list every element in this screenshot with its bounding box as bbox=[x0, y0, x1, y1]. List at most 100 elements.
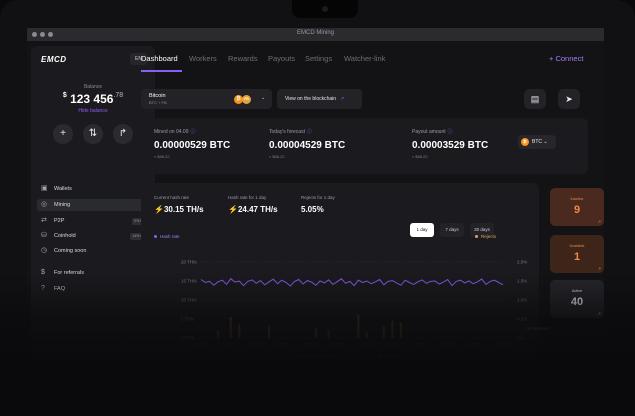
connect-button[interactable]: + Connect bbox=[549, 54, 583, 63]
balance-currency: $ bbox=[62, 92, 67, 99]
emcd-logo[interactable]: EMCD bbox=[41, 55, 67, 64]
dollar-icon: $ bbox=[41, 269, 45, 276]
swap-icon[interactable]: ⇅ bbox=[83, 124, 103, 144]
balance-value: $ 123 456.78 bbox=[31, 92, 155, 106]
tab-rewards[interactable]: Rewards bbox=[228, 54, 258, 63]
y-right-tick-label: 1.5% bbox=[517, 279, 527, 284]
sidebar-item-coming-soon[interactable]: ◷ Coming soon +5 bbox=[37, 245, 149, 257]
y-left-tick-label: 0 TH/s bbox=[181, 336, 195, 341]
rejects-bar bbox=[238, 324, 241, 338]
send-arrow-icon[interactable]: ↱ bbox=[113, 124, 133, 144]
tab-payouts[interactable]: Payouts bbox=[268, 54, 295, 63]
day-hashrate-label: Hash rate for 1 day bbox=[228, 195, 267, 200]
y-right-tick-label: 1.0% bbox=[517, 298, 527, 303]
active-workers-card[interactable]: Active 40 ↗ bbox=[550, 280, 604, 318]
coin-name: Bitcoin bbox=[149, 93, 166, 99]
legend-dot bbox=[297, 355, 300, 359]
calendar-icon[interactable]: ▤ bbox=[524, 89, 546, 109]
card-title: Inactive bbox=[570, 197, 584, 201]
wallet-icon: ▣ bbox=[41, 185, 48, 192]
bolt-icon: ⚡ bbox=[154, 205, 164, 214]
coinhold-icon: ⛁ bbox=[41, 232, 47, 239]
x-tick-label: 00:00 bbox=[195, 342, 207, 347]
y-left-tick-label: 5 TH/s bbox=[181, 317, 195, 322]
x-tick-label: 02:00 bbox=[222, 342, 234, 347]
info-icon[interactable]: ⓘ bbox=[307, 129, 312, 135]
sidebar-item-p2p[interactable]: ⇄ P2P 0% FEE bbox=[37, 215, 149, 227]
sidebar-item-coinhold[interactable]: ⛁ Coinhold 14% APY bbox=[37, 230, 149, 242]
card-value: 1 bbox=[573, 251, 581, 263]
y-left-tick-label: 20 TH/s bbox=[181, 260, 197, 265]
payout-currency-selector[interactable]: ₿ BTC ⌄ bbox=[518, 135, 556, 149]
tab-workers[interactable]: Workers bbox=[189, 54, 217, 63]
x-tick-label: 18:00 bbox=[442, 342, 454, 347]
x-tick-label: 14:00 bbox=[387, 342, 399, 347]
tab-settings[interactable]: Settings bbox=[305, 54, 332, 63]
rejects-bar bbox=[399, 322, 402, 338]
payout-usd: ≈ $88.22 bbox=[412, 154, 428, 159]
rejects-bar bbox=[229, 317, 232, 338]
range-1-day-button[interactable]: 1 day bbox=[410, 223, 434, 237]
x-tick-label: 16:00 bbox=[415, 342, 427, 347]
x-tick-label: 04:00 bbox=[250, 342, 262, 347]
x-tick-label: 06:00 bbox=[277, 342, 289, 347]
rejects-bar bbox=[365, 332, 368, 338]
sidebar-item-label: FAQ bbox=[54, 286, 66, 292]
camera-notch bbox=[292, 0, 358, 18]
tab-dashboard[interactable]: Dashboard bbox=[141, 54, 178, 63]
sidebar-item-faq[interactable]: ? FAQ bbox=[37, 283, 149, 295]
current-hashrate-label: Current hash rate bbox=[154, 195, 190, 200]
telegram-icon[interactable]: ➤ bbox=[558, 89, 580, 109]
bottom-legend-btc: BTC Hashrate bbox=[297, 354, 335, 360]
balance-whole: 123 456 bbox=[70, 92, 114, 106]
card-title: Unstable bbox=[569, 244, 585, 248]
chevron-down-icon: ⌄ bbox=[261, 95, 266, 101]
sidebar-item-mining[interactable]: ◎ Mining bbox=[37, 199, 149, 211]
forecast-label: Today's forecast ⓘ bbox=[269, 129, 312, 135]
bottom-legend-workers: Workers bbox=[379, 354, 404, 360]
rejects-bar bbox=[391, 320, 394, 338]
inactive-workers-card[interactable]: Inactive 9 ↗ bbox=[550, 188, 604, 226]
arrow-icon: ↗ bbox=[597, 311, 601, 316]
unstable-workers-card[interactable]: Unstable 1 ↗ bbox=[550, 235, 604, 273]
arrow-icon: ↗ bbox=[597, 219, 601, 224]
card-value: 9 bbox=[573, 204, 581, 216]
info-icon[interactable]: ⓘ bbox=[448, 129, 453, 135]
sidebar-item-label: For referrals bbox=[54, 270, 84, 276]
payout-label: Payout amount ⓘ bbox=[412, 129, 453, 135]
mined-label: Mined on 04.09 ⓘ bbox=[154, 129, 196, 135]
rejects-value: 5.05% bbox=[301, 205, 324, 214]
balance-decimal: .78 bbox=[113, 92, 124, 99]
camera-icon bbox=[322, 6, 328, 12]
clock-icon: ◷ bbox=[41, 247, 48, 254]
y-right-tick-label: 0% bbox=[517, 336, 524, 341]
mining-icon: ◎ bbox=[41, 201, 48, 208]
y-right-tick-label: 0.5% bbox=[517, 317, 527, 322]
view-on-blockchain-button[interactable]: View on the blockchain ↗ bbox=[277, 89, 362, 109]
hashrate-chart: 20 TH/s 2.0% 15 TH/s 1.5% 10 TH/s 1.0% 5 TH/s 0… bbox=[181, 260, 527, 348]
sidebar-item-wallets[interactable]: ▣ Wallets bbox=[37, 183, 149, 195]
x-tick-label: 12:00 bbox=[360, 342, 372, 347]
x-tick-label: 10:00 bbox=[332, 342, 344, 347]
y-left-tick-label: 15 TH/s bbox=[181, 279, 197, 284]
rejects-bar bbox=[327, 330, 330, 338]
x-tick-label: 08:00 bbox=[305, 342, 317, 347]
promo-percent: 14% bbox=[93, 390, 122, 406]
hide-balance-link[interactable]: Hide balance bbox=[31, 108, 155, 114]
range-7-days-button[interactable]: 7 days bbox=[440, 223, 464, 237]
sidebar-item-label: Mining bbox=[54, 202, 71, 208]
coin-selector[interactable]: Bitcoin BTC + FB ₿ FB ⌄ bbox=[141, 89, 272, 109]
payout-currency: BTC bbox=[532, 139, 542, 145]
forecast-usd: ≈ $88.22 bbox=[269, 154, 285, 159]
day-hashrate-value: ⚡24.47 TH/s bbox=[228, 205, 278, 214]
rejects-bar bbox=[357, 315, 360, 338]
payout-value: 0.00003529 BTC bbox=[412, 140, 489, 151]
add-icon[interactable]: + bbox=[53, 124, 73, 144]
sidebar-item-referrals[interactable]: $ For referrals bbox=[37, 267, 149, 279]
legend-rejects: Rejects bbox=[475, 234, 496, 239]
info-icon[interactable]: ⓘ bbox=[190, 129, 195, 135]
legend-hashrate: Hash rate bbox=[154, 234, 180, 239]
fractal-coin-icon: FB bbox=[242, 95, 251, 104]
tab-watcher-link[interactable]: Watcher-link bbox=[344, 54, 385, 63]
sidebar-item-label: P2P bbox=[54, 218, 65, 224]
